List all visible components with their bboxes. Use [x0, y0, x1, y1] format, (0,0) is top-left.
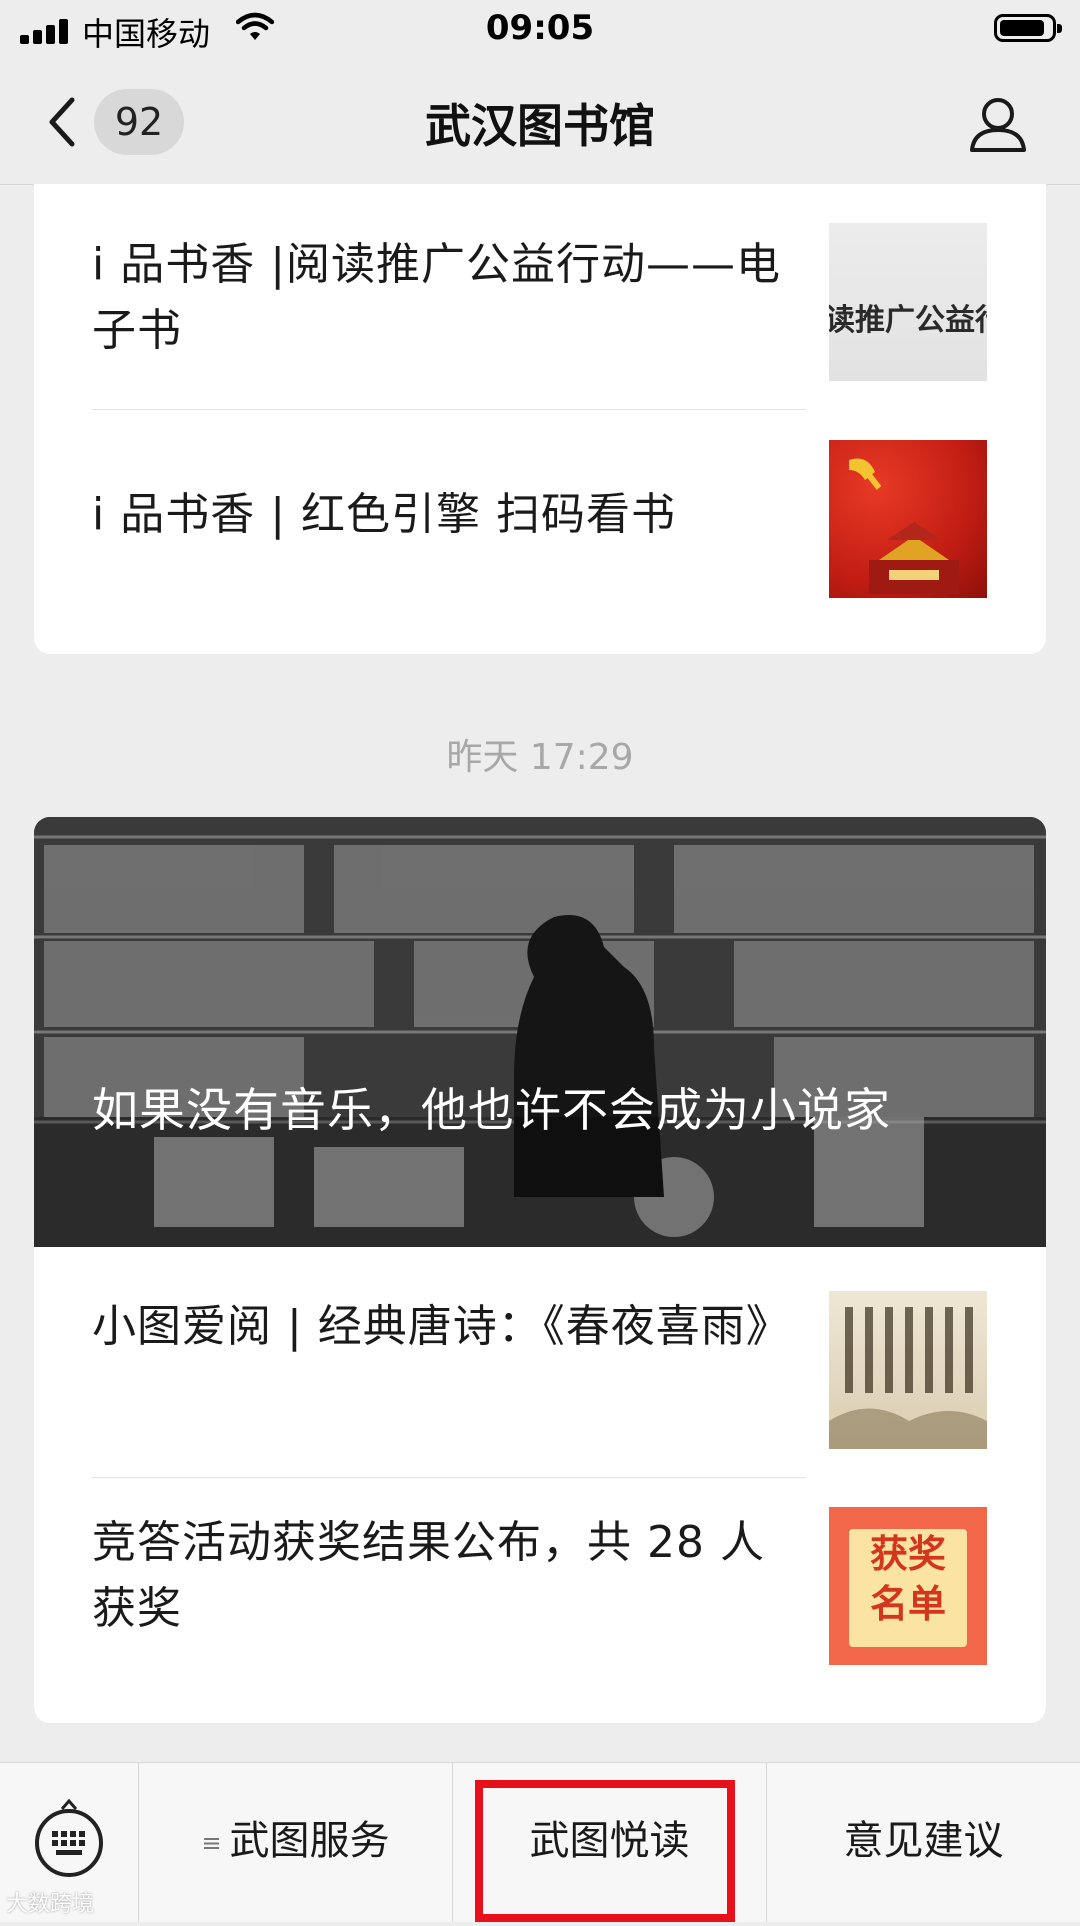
menu-lines-icon: ≡: [201, 1829, 222, 1857]
hero-article[interactable]: 如果没有音乐，他也许不会成为小说家: [34, 817, 1046, 1247]
award-list-image: 获奖 名单: [849, 1529, 967, 1647]
battery-icon: [994, 14, 1062, 42]
page-title: 武汉图书馆: [425, 99, 655, 153]
status-time: 09:05: [485, 8, 595, 48]
article-title: i 品书香 |阅读推广公益行动——电子书: [92, 239, 782, 356]
menu-button-feedback[interactable]: 意见建议: [767, 1763, 1080, 1922]
divider: [92, 409, 806, 410]
tiananmen-image: [849, 458, 959, 594]
timestamp-label: 昨天 17:29: [446, 737, 634, 778]
article-item-red-engine[interactable]: i 品书香 | 红色引擎 扫码看书: [92, 482, 806, 548]
divider: [92, 1477, 806, 1478]
article-title: 竞答活动获奖结果公布，共 28 人获奖: [92, 1517, 765, 1634]
article-card-1: i 品书香 |阅读推广公益行动——电子书 读推广公益行 i 品书香 | 红色引擎…: [34, 184, 1046, 654]
article-card-2: 如果没有音乐，他也许不会成为小说家 小图爱阅 | 经典唐诗：《春夜喜雨》 竞答活…: [34, 817, 1046, 1723]
article-thumbnail-red-engine[interactable]: [829, 440, 987, 598]
article-thumbnail-award[interactable]: 获奖 名单: [829, 1507, 987, 1665]
calligraphy-image: [829, 1307, 987, 1449]
watermark-text: 大数跨境: [6, 1892, 95, 1917]
record-shelves-image: [34, 817, 1046, 1247]
article-title: 小图爱阅 | 经典唐诗：《春夜喜雨》: [92, 1301, 791, 1352]
profile-icon[interactable]: [968, 94, 1028, 154]
article-item-tang-poem[interactable]: 小图爱阅 | 经典唐诗：《春夜喜雨》: [92, 1294, 806, 1360]
nav-bar: 92 武汉图书馆: [0, 60, 1080, 185]
hero-title: 如果没有音乐，他也许不会成为小说家: [92, 1083, 891, 1137]
article-item-award-results[interactable]: 竞答活动获奖结果公布，共 28 人获奖: [92, 1510, 806, 1642]
article-thumbnail-tang-poem[interactable]: [829, 1291, 987, 1449]
highlight-box: [475, 1780, 735, 1922]
article-item-ebook[interactable]: i 品书香 |阅读推广公益行动——电子书: [92, 232, 806, 364]
status-bar: 中国移动 09:05: [0, 0, 1080, 60]
article-title: i 品书香 | 红色引擎 扫码看书: [92, 489, 676, 540]
menu-button-services[interactable]: ≡ 武图服务: [139, 1763, 453, 1922]
article-thumbnail-ebook[interactable]: 读推广公益行: [829, 223, 987, 381]
